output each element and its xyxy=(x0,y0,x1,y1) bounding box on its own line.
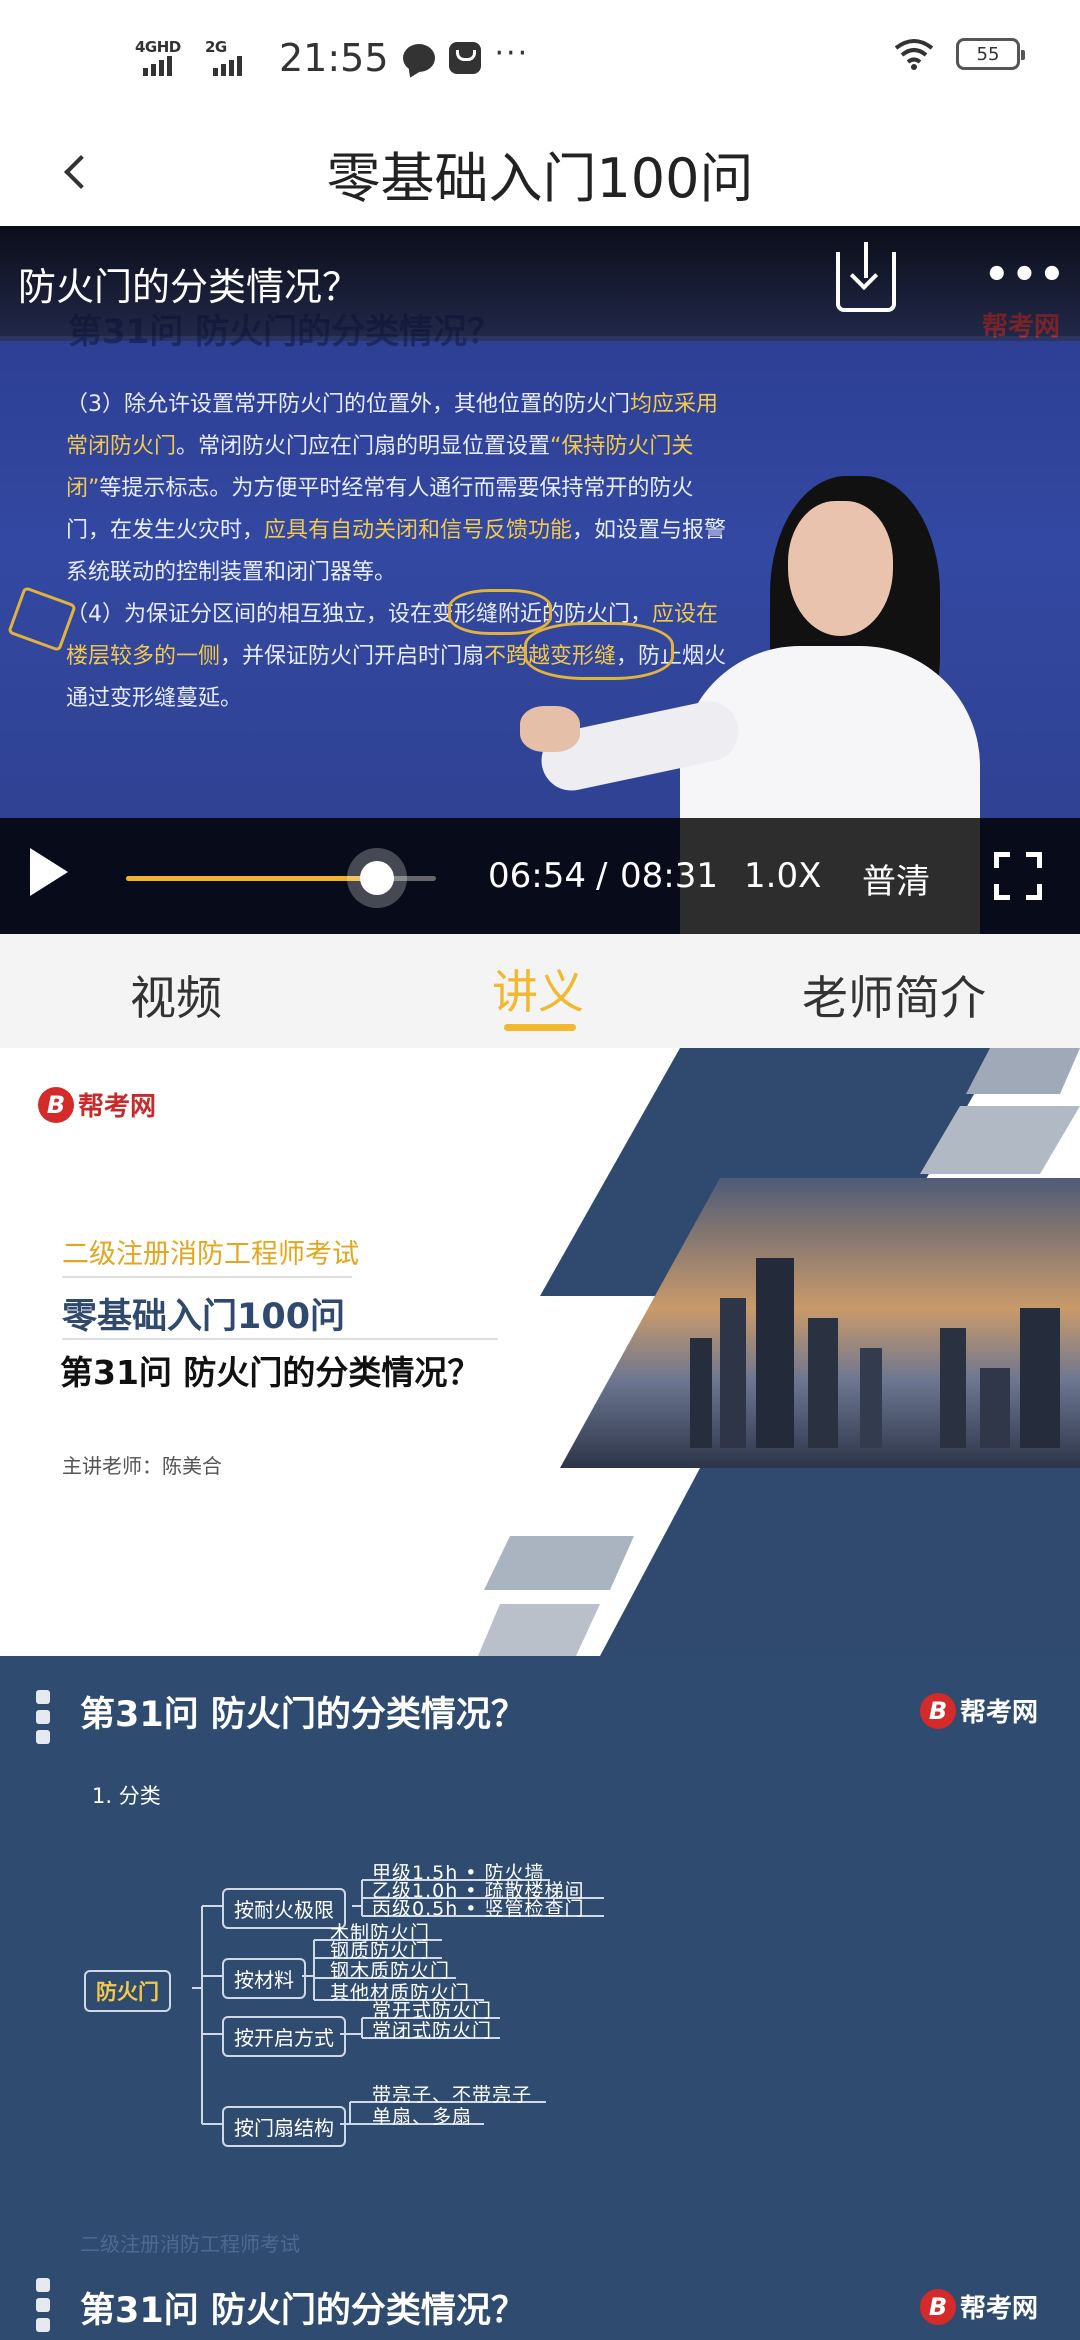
signal-2g-icon: 2G xyxy=(205,38,261,78)
brand-name: 帮考网 xyxy=(959,2294,1038,2324)
video-player[interactable]: 第31问 防火门的分类情况？ 帮考网 （3）除允许设置常开防火门的位置外，其他位… xyxy=(0,226,1080,934)
next-slide-title: 第31问 防火门的分类情况？ xyxy=(80,2291,526,2331)
divider xyxy=(62,1276,352,1278)
brand-name: 帮考网 xyxy=(78,1092,157,1122)
signal-4g-icon: 4GHD xyxy=(135,38,191,78)
wifi-icon xyxy=(894,39,934,70)
chat-notification-icon xyxy=(402,44,435,72)
quality-button[interactable]: 普清 xyxy=(862,854,930,903)
mindmap-branch: 按门扇结构 xyxy=(222,2106,346,2147)
more-options-button[interactable]: ••• xyxy=(984,252,1067,298)
progress-thumb[interactable] xyxy=(347,848,408,908)
cover-teacher: 主讲老师：陈美合 xyxy=(62,1454,222,1478)
mindmap-leaf: 单扇、多扇 xyxy=(372,2106,473,2128)
content-tabs: 视频 讲义 老师简介 xyxy=(0,934,1080,1048)
highlighted-text: 应具有自动关闭和信号反馈功能 xyxy=(264,518,573,543)
mindmap-branch: 按耐火极限 xyxy=(222,1888,346,1929)
video-controls: 06:54 / 08:31 1.0X 普清 xyxy=(0,818,1080,934)
message-notification-icon xyxy=(448,42,481,74)
download-icon[interactable] xyxy=(836,242,896,312)
fullscreen-icon[interactable] xyxy=(994,852,1042,900)
brand-logo-icon: B xyxy=(38,1086,74,1123)
slide-text: 。常闭防火门应在门扇的明显位置设置 xyxy=(176,434,551,459)
next-slide-logo: B 帮考网 xyxy=(919,2288,1038,2325)
video-title: 防火门的分类情况？ xyxy=(18,265,361,309)
annotation-circle xyxy=(448,589,552,635)
mindmap-root: 防火门 xyxy=(84,1970,171,2012)
network-type-label: 2G xyxy=(205,38,227,56)
cover-lesson-title: 第31问 防火门的分类情况？ xyxy=(60,1353,481,1392)
mindmap-leaf: 常闭式防火门 xyxy=(372,2020,493,2042)
playback-speed-button[interactable]: 1.0X xyxy=(744,856,821,896)
cover-brand-logo: B 帮考网 xyxy=(38,1086,156,1123)
page-title: 零基础入门100问 xyxy=(326,147,754,210)
mindmap-branch: 按开启方式 xyxy=(222,2016,346,2057)
mindmap-branch: 按材料 xyxy=(222,1958,306,1999)
tab-handout[interactable]: 讲义 xyxy=(492,956,584,1022)
active-tab-indicator xyxy=(504,1024,576,1031)
divider xyxy=(62,1338,498,1340)
network-type-label: 4GHD xyxy=(135,38,181,56)
status-left: 4GHD 2G 21:55 ··· xyxy=(135,35,530,81)
status-right: 55 xyxy=(894,38,1025,70)
cover-exam-name: 二级注册消防工程师考试 xyxy=(62,1239,359,1270)
status-bar: 4GHD 2G 21:55 ··· 55 xyxy=(0,0,1080,118)
brand-logo-icon: B xyxy=(919,2288,956,2325)
handout-viewer[interactable]: B 帮考网 二级注册消防工程师考试 零基础入门100问 第31问 防火门的分类情… xyxy=(0,1048,1080,2340)
slide-footer-watermark: 二级注册消防工程师考试 xyxy=(80,2232,300,2256)
app-header: 零基础入门100问 xyxy=(0,118,1080,226)
handout-cover-slide: B 帮考网 二级注册消防工程师考试 零基础入门100问 第31问 防火门的分类情… xyxy=(0,1048,1080,1656)
more-notifications-icon: ··· xyxy=(494,35,530,71)
battery-icon: 55 xyxy=(956,38,1025,70)
cover-course-name: 零基础入门100问 xyxy=(62,1297,346,1337)
total-time: 08:31 xyxy=(620,856,718,896)
tab-video[interactable]: 视频 xyxy=(130,962,222,1028)
progress-fill xyxy=(126,876,378,881)
slide-text: （3）除允许设置常开防火门的位置外，其他位置的防火门 xyxy=(66,392,630,417)
progress-slider[interactable] xyxy=(126,848,436,908)
slide-text: ，并保证防火门开启时门扇 xyxy=(220,644,485,669)
video-top-bar: 防火门的分类情况？ ••• xyxy=(0,226,1080,336)
mindmap-leaf: 丙级0.5h • 竖管检查门 xyxy=(372,1898,585,1920)
battery-level: 55 xyxy=(976,43,1000,65)
handout-slide: 第31问 防火门的分类情况？ B 帮考网 1. 分类 防火门 按耐火极限 甲级1… xyxy=(0,1656,1080,2340)
time-separator: / xyxy=(596,856,608,896)
play-icon[interactable] xyxy=(30,848,68,896)
current-time: 06:54 xyxy=(488,856,586,896)
status-time: 21:55 xyxy=(279,36,389,80)
tab-teacher-intro[interactable]: 老师简介 xyxy=(802,962,986,1028)
slide-bullet-icon xyxy=(36,2278,52,2338)
